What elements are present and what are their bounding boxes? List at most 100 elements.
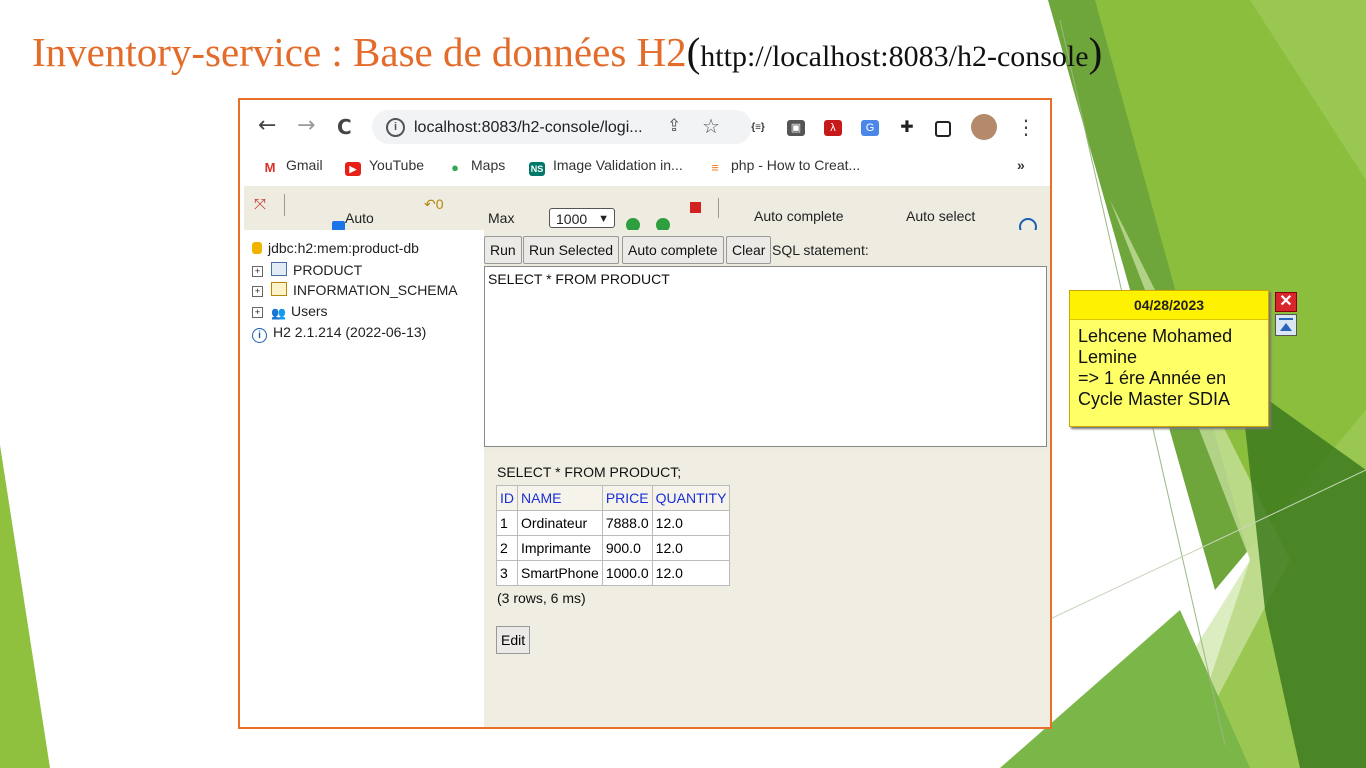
expand-icon[interactable]: + <box>252 307 263 318</box>
tree-connection[interactable]: jdbc:h2:mem:product-db <box>252 240 419 256</box>
bookmark-label: Maps <box>471 157 506 173</box>
back-icon[interactable]: ← <box>258 113 276 138</box>
green-shape-left <box>0 445 50 768</box>
table-cell: 3 <box>496 560 518 586</box>
bookmark-gmail[interactable]: M Gmail <box>262 157 323 175</box>
title-close-paren: ) <box>1088 29 1103 75</box>
table-cell: 12.0 <box>651 510 731 536</box>
sql-statement-label: SQL statement: <box>772 242 869 258</box>
table-cell: 1 <box>496 510 518 536</box>
extension-translate-icon[interactable]: G <box>861 120 879 136</box>
bookmark-star-icon[interactable]: ☆ <box>702 114 720 139</box>
run-selected-button[interactable]: Run Selected <box>523 236 620 264</box>
sticky-note[interactable]: 04/28/2023 Lehcene Mohamed Lemine => 1 é… <box>1069 290 1269 427</box>
table-icon <box>271 262 287 276</box>
ns-icon: NS <box>529 162 545 176</box>
database-icon <box>252 242 262 254</box>
tree-item-label: PRODUCT <box>293 262 363 278</box>
info-icon: i <box>252 328 267 343</box>
table-cell: 7888.0 <box>601 510 653 536</box>
bookmark-youtube[interactable]: ▶ YouTube <box>345 157 424 176</box>
site-info-icon[interactable]: i <box>386 118 405 137</box>
slide-title: Inventory-service : Base de données H2(h… <box>32 26 1102 83</box>
title-open-paren: ( <box>686 29 701 75</box>
stop-icon[interactable] <box>690 202 701 213</box>
column-header[interactable]: ID <box>496 485 518 511</box>
tree-version: i H2 2.1.214 (2022-06-13) <box>252 324 426 343</box>
bookmark-label: Gmail <box>286 157 323 173</box>
table-cell: 12.0 <box>651 560 731 586</box>
tree-item-users[interactable]: + 👥 Users <box>252 303 328 319</box>
address-url[interactable]: localhost:8083/h2-console/logi... <box>414 119 643 137</box>
expand-icon[interactable]: + <box>252 286 263 297</box>
table-cell: 900.0 <box>601 535 653 561</box>
address-row: ← → C i localhost:8083/h2-console/logi..… <box>244 100 1050 150</box>
toolbar-divider <box>284 194 285 216</box>
maps-icon: ● <box>447 161 463 175</box>
table-cell: Imprimante <box>517 535 603 561</box>
bookmark-label: YouTube <box>369 157 425 173</box>
browser-menu-icon[interactable]: ⋮ <box>1016 115 1036 139</box>
extension-screen-icon[interactable]: ▣ <box>787 120 805 136</box>
profile-avatar[interactable] <box>971 114 997 140</box>
bookmark-image-validation[interactable]: NS Image Validation in... <box>529 157 683 176</box>
schema-tree: jdbc:h2:mem:product-db + PRODUCT + INFORMA… <box>244 230 484 727</box>
tree-item-label: INFORMATION_SCHEMA <box>293 282 458 298</box>
chevron-down-icon: ▼ <box>598 213 609 225</box>
note-minimize-icon[interactable] <box>1275 314 1297 336</box>
result-summary: (3 rows, 6 ms) <box>497 590 586 606</box>
connection-label: jdbc:h2:mem:product-db <box>268 240 419 256</box>
extension-pdf-icon[interactable]: λ <box>824 120 842 136</box>
expand-icon[interactable]: + <box>252 266 263 277</box>
tree-item-information-schema[interactable]: + INFORMATION_SCHEMA <box>252 282 458 298</box>
column-header[interactable]: PRICE <box>601 485 653 511</box>
share-icon[interactable]: ⇪ <box>667 116 681 136</box>
table-cell: 12.0 <box>651 535 731 561</box>
note-line: => 1 ére Année en <box>1078 368 1227 388</box>
bookmark-label: php - How to Creat... <box>731 157 861 173</box>
browser-screenshot: ← → C i localhost:8083/h2-console/logi..… <box>238 98 1052 729</box>
bookmark-maps[interactable]: ● Maps <box>447 157 505 175</box>
youtube-icon: ▶ <box>345 162 361 176</box>
bookmarks-more-icon[interactable]: » <box>1017 157 1025 173</box>
table-row: 1 Ordinateur 7888.0 12.0 <box>496 510 731 536</box>
table-header-row: ID NAME PRICE QUANTITY <box>496 485 731 511</box>
forward-icon[interactable]: → <box>297 113 315 138</box>
browser-chrome: ← → C i localhost:8083/h2-console/logi..… <box>244 100 1050 186</box>
result-table: ID NAME PRICE QUANTITY 1 Ordinateur 7888… <box>496 485 731 586</box>
table-row: 2 Imprimante 900.0 12.0 <box>496 535 731 561</box>
note-close-icon[interactable]: ✕ <box>1275 292 1297 312</box>
auto-select-label: Auto select <box>906 208 976 224</box>
tree-item-product[interactable]: + PRODUCT <box>252 262 362 278</box>
auto-complete-button[interactable]: Auto complete <box>622 236 724 264</box>
note-line: Cycle Master SDIA <box>1078 389 1231 409</box>
minimize-arrow <box>1280 323 1292 331</box>
auto-complete-label: Auto complete <box>754 208 844 224</box>
h2-toolbar: ⤧ Auto ↶0 Max 1000 ▼ Auto complete Auto s… <box>244 186 1050 236</box>
clear-button[interactable]: Clear <box>726 236 772 264</box>
edit-button[interactable]: Edit <box>496 626 531 654</box>
bookmark-stackoverflow[interactable]: ≡ php - How to Creat... <box>707 157 860 175</box>
column-header[interactable]: QUANTITY <box>651 485 731 511</box>
max-rows-value: 1000 <box>556 211 588 227</box>
run-button[interactable]: Run <box>484 236 522 264</box>
slide-title-url: http://localhost:8083/h2-console <box>700 40 1089 73</box>
column-header[interactable]: NAME <box>517 485 603 511</box>
table-cell: 1000.0 <box>601 560 653 586</box>
address-bar[interactable]: i localhost:8083/h2-console/logi... ⇪ ☆ <box>372 110 752 144</box>
toolbar-divider <box>718 198 719 218</box>
rollback-icon[interactable]: ↶0 <box>424 196 444 213</box>
sql-editor[interactable]: SELECT * FROM PRODUCT <box>484 266 1047 447</box>
note-line: Lemine <box>1078 347 1138 367</box>
extension-json-icon[interactable]: {≡} <box>749 120 767 136</box>
max-rows-select[interactable]: 1000 ▼ <box>549 208 615 228</box>
disconnect-icon[interactable]: ⤧ <box>254 196 266 213</box>
note-date: 04/28/2023 <box>1070 291 1268 320</box>
side-panel-icon[interactable] <box>935 121 951 137</box>
reload-icon[interactable]: C <box>337 115 352 139</box>
folder-icon <box>271 282 287 296</box>
users-icon: 👥 <box>271 306 286 320</box>
extensions-puzzle-icon[interactable]: ✚ <box>898 120 916 136</box>
version-label: H2 2.1.214 (2022-06-13) <box>273 324 427 340</box>
result-panel: SELECT * FROM PRODUCT; ID NAME PRICE QUA… <box>484 452 1050 727</box>
